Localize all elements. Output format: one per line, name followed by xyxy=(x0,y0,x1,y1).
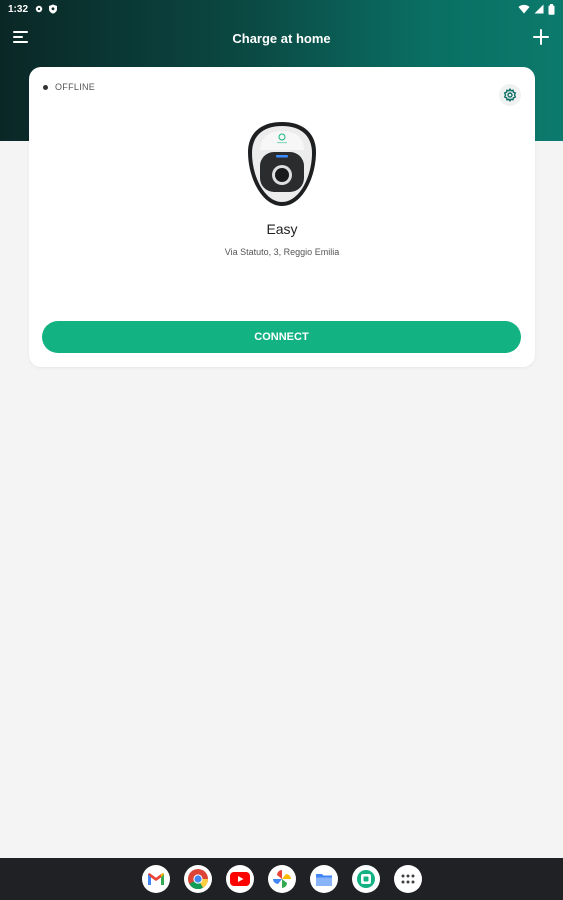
youtube-icon[interactable] xyxy=(225,865,254,893)
plus-icon[interactable] xyxy=(532,28,550,46)
chrome-icon[interactable] xyxy=(183,865,212,893)
page-title: Charge at home xyxy=(232,30,331,46)
status-right xyxy=(518,3,555,15)
settings-icon xyxy=(35,5,43,13)
files-icon[interactable] xyxy=(309,865,338,893)
signal-icon xyxy=(534,4,544,14)
status-bar: 1:32 xyxy=(0,0,563,18)
photos-icon[interactable] xyxy=(267,865,296,893)
app-bar: Charge at home xyxy=(0,22,563,54)
charger-name: Easy xyxy=(266,221,298,237)
connect-button[interactable]: CONNECT xyxy=(42,321,521,353)
connection-status: OFFLINE xyxy=(43,82,95,92)
taskbar-dock xyxy=(0,858,563,900)
charger-settings-button[interactable] xyxy=(499,84,521,106)
battery-icon xyxy=(548,3,555,15)
wifi-icon xyxy=(518,4,530,14)
charger-address: Via Statuto, 3, Reggio Emilia xyxy=(224,247,340,257)
menu-icon[interactable] xyxy=(12,29,30,45)
shield-icon xyxy=(49,4,58,14)
gear-icon xyxy=(503,88,517,102)
app-icon[interactable] xyxy=(351,865,380,893)
status-dot xyxy=(43,84,48,90)
charger-card[interactable]: OFFLINE Easy Via Statuto, 3, Reggio Emil… xyxy=(29,67,535,367)
wallbox-charger-image xyxy=(248,122,316,206)
status-time: 1:32 xyxy=(8,3,29,15)
app-drawer-icon[interactable] xyxy=(393,865,422,893)
status-label: OFFLINE xyxy=(55,82,96,92)
gmail-icon[interactable] xyxy=(141,865,170,893)
